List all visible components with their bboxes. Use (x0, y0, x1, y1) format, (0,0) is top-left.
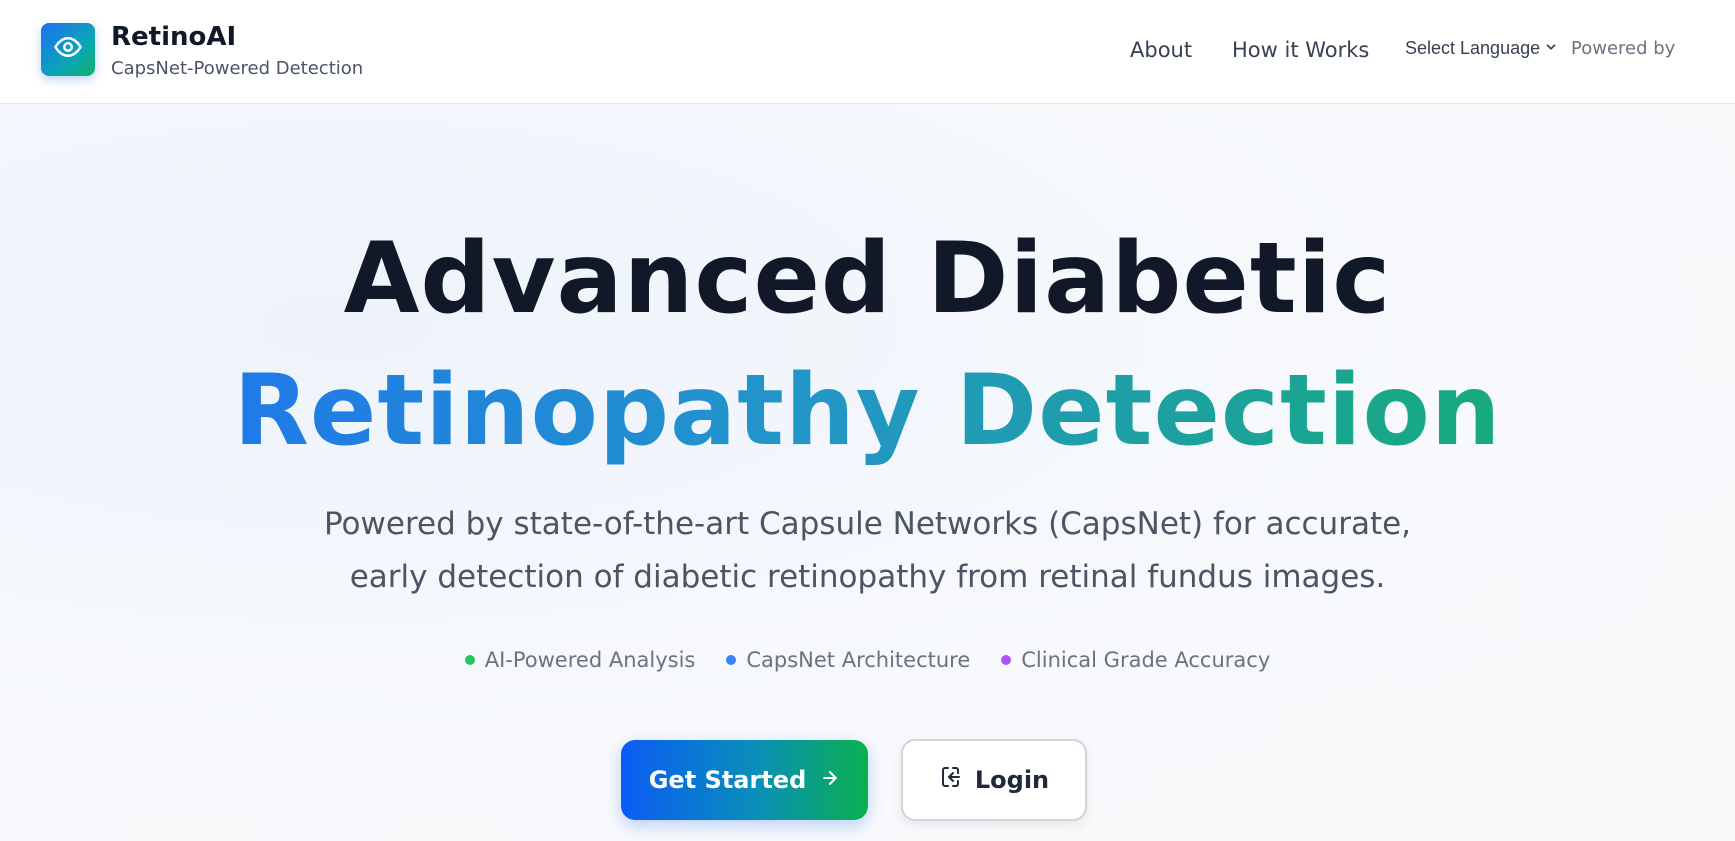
feature-item: AI-Powered Analysis (464, 648, 696, 672)
feature-item: CapsNet Architecture (726, 648, 970, 672)
brand-name[interactable]: RetinoAI (111, 22, 236, 52)
nav-how-it-works-link[interactable]: How it Works (1232, 38, 1369, 62)
hero-section (0, 104, 1735, 841)
purple-dot-icon (1001, 655, 1012, 665)
blue-dot-icon (726, 655, 737, 665)
feature-list: AI-Powered Analysis CapsNet Architecture… (0, 648, 1735, 672)
feature-item: Clinical Grade Accuracy (1001, 648, 1270, 672)
hero-headline-line1: Advanced Diabetic (343, 222, 1392, 336)
powered-by-label: Powered by (1571, 38, 1676, 59)
nav-about-link[interactable]: About (1130, 38, 1192, 62)
hero-description: Powered by state-of-the-art Capsule Netw… (323, 506, 1412, 595)
language-select-label: Select Language (1405, 38, 1541, 58)
brand-subtitle: CapsNet-Powered Detection (111, 58, 364, 79)
feature-label: CapsNet Architecture (746, 648, 971, 672)
hero-headline-line2: Retinopathy Detection (0, 354, 1735, 468)
feature-label: AI-Powered Analysis (484, 648, 696, 672)
logo[interactable] (41, 23, 95, 76)
top-header: RetinoAI CapsNet-Powered Detection About… (0, 0, 1735, 104)
eye-icon (53, 32, 83, 67)
feature-label: Clinical Grade Accuracy (1021, 648, 1271, 672)
chevron-down-icon (1544, 38, 1558, 59)
get-started-label: Get Started (648, 766, 807, 794)
login-label: Login (974, 766, 1050, 794)
arrow-right-icon (820, 766, 840, 794)
hero-headline-gradient-text: Retinopathy Detection (233, 354, 1502, 468)
login-button[interactable]: Login (901, 739, 1087, 821)
login-icon (939, 765, 963, 795)
language-select[interactable]: Select Language (1405, 38, 1558, 59)
green-dot-icon (464, 655, 475, 665)
get-started-button[interactable]: Get Started (621, 740, 868, 820)
